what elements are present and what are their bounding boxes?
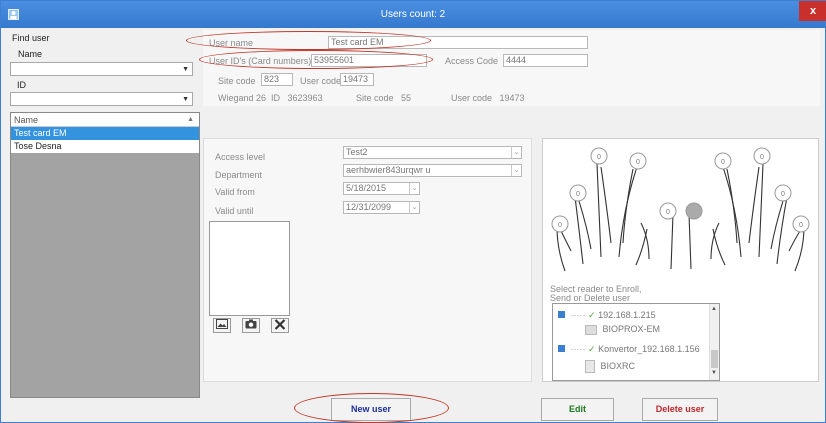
tree-scrollbar[interactable]: ▲ ▼ xyxy=(709,304,719,380)
scroll-thumb[interactable] xyxy=(711,350,718,368)
delete-image-button[interactable] xyxy=(271,318,289,333)
camera-button[interactable] xyxy=(242,318,260,333)
site-code-field[interactable]: 823 xyxy=(261,73,293,86)
wiegand-site-text: Site code 55 xyxy=(356,93,412,103)
annotation-ellipse xyxy=(186,31,431,50)
finger-count: 0 xyxy=(666,209,670,216)
user-list-header[interactable]: Name ▲ xyxy=(11,113,199,127)
camera-icon xyxy=(245,319,257,329)
finger-count: 0 xyxy=(781,191,785,198)
valid-from-value: 5/18/2015 xyxy=(346,183,387,193)
wiegand-user-text: User code 19473 xyxy=(451,93,525,103)
annotation-ellipse xyxy=(294,393,449,423)
load-image-button[interactable] xyxy=(213,318,231,333)
finger-count: 0 xyxy=(576,191,580,198)
sort-up-icon: ▲ xyxy=(187,116,194,123)
close-button[interactable]: x xyxy=(799,1,826,21)
site-code-label: Site code xyxy=(218,76,256,86)
finger-count: 0 xyxy=(799,222,803,229)
chevron-down-icon: ⌄ xyxy=(511,147,521,158)
scroll-down-icon: ▼ xyxy=(711,370,717,376)
list-item[interactable]: Test card EM xyxy=(11,127,199,140)
chevron-down-icon: ⌄ xyxy=(409,202,419,213)
image-icon xyxy=(216,319,228,329)
user-code-field[interactable]: 19473 xyxy=(340,73,374,86)
delete-user-button[interactable]: Delete user xyxy=(642,398,718,421)
department-value: aerhbwier843urqwr u xyxy=(346,165,431,175)
name-search-combo[interactable]: ▼ xyxy=(10,62,193,76)
user-list[interactable]: Name ▲ Test card EM Tose Desna xyxy=(10,112,200,398)
tree-node-device[interactable]: BIOXRC xyxy=(585,360,635,373)
valid-until-value: 12/31/2099 xyxy=(346,202,392,212)
wiegand-id-text: Wiegand 26 ID 3623963 xyxy=(218,93,323,103)
access-level-label: Access level xyxy=(215,152,266,162)
valid-until-picker[interactable]: 12/31/2099 ⌄ xyxy=(343,201,420,214)
title-bar: Users count: 2 x xyxy=(1,1,826,28)
list-item[interactable]: Tose Desna xyxy=(11,140,199,153)
find-user-label: Find user xyxy=(12,33,50,43)
scroll-up-icon: ▲ xyxy=(711,306,717,312)
reader-tree[interactable]: ····· ✓ 192.168.1.215 BIOPROX-EM ····· ✓… xyxy=(552,303,720,381)
photo-frame xyxy=(209,221,290,316)
valid-from-picker[interactable]: 5/18/2015 ⌄ xyxy=(343,182,420,195)
chevron-down-icon: ▼ xyxy=(182,96,189,103)
access-level-value: Test2 xyxy=(346,147,368,157)
tree-node-device[interactable]: BIOPROX-EM xyxy=(585,324,660,335)
name-label: Name xyxy=(18,49,43,59)
chevron-down-icon: ⌄ xyxy=(511,165,521,176)
device-icon xyxy=(585,360,595,373)
finger-count: 0 xyxy=(558,222,562,229)
user-code-label: User code xyxy=(300,76,342,86)
access-code-field[interactable]: 4444 xyxy=(503,54,588,67)
hands-diagram: 0 0 0 0 0 0 0 0 0 xyxy=(551,147,810,272)
collapse-icon xyxy=(558,345,565,352)
tree-node-reader[interactable]: ····· ✓ Konvertor_192.168.1.156 xyxy=(558,344,700,355)
access-level-select[interactable]: Test2 ⌄ xyxy=(343,146,522,159)
window-title: Users count: 2 xyxy=(380,9,446,20)
valid-until-label: Valid until xyxy=(215,206,254,216)
department-label: Department xyxy=(215,170,263,180)
finger-count: 0 xyxy=(597,154,601,161)
finger-count: 0 xyxy=(721,159,725,166)
chevron-down-icon: ▼ xyxy=(182,66,189,73)
name-column-header: Name xyxy=(14,115,39,125)
finger-count: 0 xyxy=(760,154,764,161)
finger-count: 0 xyxy=(636,159,640,166)
annotation-ellipse xyxy=(199,50,433,69)
valid-from-label: Valid from xyxy=(215,187,255,197)
id-search-combo[interactable]: ▼ xyxy=(10,92,193,106)
id-label: ID xyxy=(17,80,26,90)
department-select[interactable]: aerhbwier843urqwr u ⌄ xyxy=(343,164,522,177)
collapse-icon xyxy=(558,311,565,318)
enroll-instruction-2: Send or Delete user xyxy=(550,293,631,303)
device-icon xyxy=(585,324,597,335)
edit-button[interactable]: Edit xyxy=(541,398,614,421)
close-icon xyxy=(274,319,286,330)
chevron-down-icon: ⌄ xyxy=(409,183,419,194)
tree-node-reader[interactable]: ····· ✓ 192.168.1.215 xyxy=(558,310,656,321)
access-code-label: Access Code xyxy=(445,56,499,66)
